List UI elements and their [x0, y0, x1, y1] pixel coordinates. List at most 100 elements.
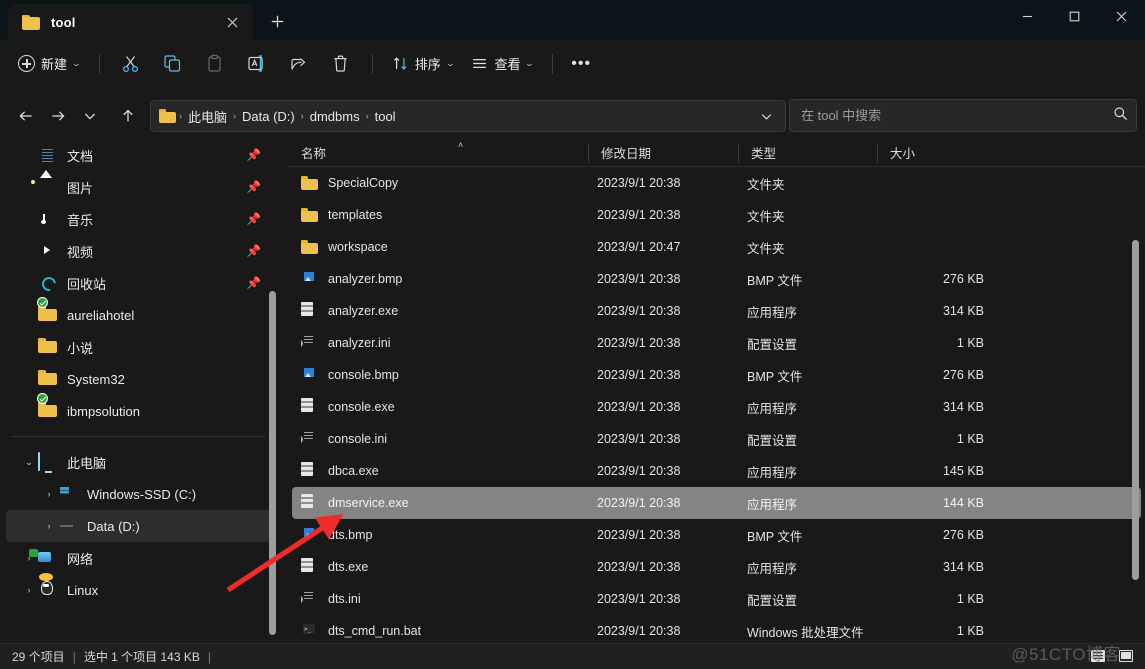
sidebar-item-xiaoshuo[interactable]: 小说	[6, 331, 275, 363]
search-box[interactable]	[789, 99, 1137, 132]
bmp-file-icon	[301, 526, 318, 544]
cell-size: 276 KB	[942, 272, 984, 286]
file-name: console.ini	[328, 432, 388, 446]
sidebar-scrollbar-thumb[interactable]	[269, 291, 276, 635]
pin-icon[interactable]: 📌	[246, 276, 261, 290]
navigation-pane[interactable]: 文档 📌 图片 📌 音乐 📌 视频 📌 回收站 📌 aureliahotel 小…	[0, 139, 281, 643]
folder-icon	[38, 338, 58, 356]
table-row[interactable]: SpecialCopy 2023/9/1 20:38 文件夹	[292, 167, 1141, 199]
tab-tool[interactable]: tool	[8, 4, 253, 40]
sidebar-item-network[interactable]: › 网络	[6, 542, 275, 574]
breadcrumb-item-2[interactable]: dmdbms	[305, 106, 365, 127]
breadcrumb-item-0[interactable]: 此电脑	[183, 104, 232, 129]
table-row[interactable]: dts.bmp 2023/9/1 20:38 BMP 文件 276 KB	[292, 519, 1141, 551]
table-row[interactable]: dts.ini 2023/9/1 20:38 配置设置 1 KB	[292, 583, 1141, 615]
minimize-button[interactable]	[1004, 0, 1051, 32]
table-row[interactable]: console.ini 2023/9/1 20:38 配置设置 1 KB	[292, 423, 1141, 455]
more-options-button[interactable]: •••	[564, 48, 598, 80]
pin-icon[interactable]: 📌	[246, 244, 261, 258]
sidebar-item-pictures[interactable]: 图片 📌	[6, 171, 275, 203]
copy-button[interactable]	[153, 48, 193, 80]
search-input[interactable]	[801, 108, 1113, 123]
table-row[interactable]: console.bmp 2023/9/1 20:38 BMP 文件 276 KB	[292, 359, 1141, 391]
new-tab-button[interactable]	[263, 7, 291, 35]
sidebar-item-aureliahotel[interactable]: aureliahotel	[6, 297, 275, 331]
maximize-button[interactable]	[1051, 0, 1098, 32]
rename-button[interactable]	[237, 48, 277, 80]
column-header-type[interactable]: 类型	[738, 139, 877, 167]
paste-button[interactable]	[195, 48, 235, 80]
address-dropdown-icon[interactable]	[751, 101, 781, 131]
view-toggle-group	[1085, 645, 1139, 667]
recent-locations-button[interactable]	[74, 100, 106, 132]
file-name: analyzer.bmp	[328, 272, 403, 286]
sidebar-item-label: 图片	[67, 180, 94, 196]
large-icons-view-button[interactable]	[1113, 645, 1139, 667]
item-count-label: 29 个项目	[12, 650, 65, 664]
sidebar-item-linux[interactable]: › Linux	[6, 574, 275, 606]
sidebar-item-windows-ssd-c[interactable]: › Windows-SSD (C:)	[6, 478, 275, 510]
pin-icon[interactable]: 📌	[246, 180, 261, 194]
breadcrumb-item-3[interactable]: tool	[370, 106, 401, 127]
delete-button[interactable]	[321, 48, 361, 80]
cell-type: 应用程序	[747, 561, 798, 576]
forward-button[interactable]	[42, 100, 74, 132]
sidebar-item-data-d[interactable]: › Data (D:)	[6, 510, 275, 542]
cell-size: 1 KB	[956, 624, 984, 638]
breadcrumb-item-1[interactable]: Data (D:)	[237, 106, 300, 127]
sidebar-item-ibmpsolution[interactable]: ibmpsolution	[6, 393, 275, 427]
sidebar-item-this-pc[interactable]: ⌄ 此电脑	[6, 446, 275, 478]
sidebar-item-recycle-bin[interactable]: 回收站 📌	[6, 267, 275, 299]
sidebar-item-label: 视频	[67, 244, 94, 260]
breadcrumb[interactable]: › 此电脑 › Data (D:) › dmdbms › tool	[150, 100, 786, 132]
cell-type: BMP 文件	[747, 369, 803, 384]
pin-icon[interactable]: 📌	[246, 212, 261, 226]
pin-icon[interactable]: 📌	[246, 148, 261, 162]
table-row[interactable]: analyzer.exe 2023/9/1 20:38 应用程序 314 KB	[292, 295, 1141, 327]
search-icon[interactable]	[1113, 106, 1128, 126]
chevron-right-icon[interactable]: ›	[20, 585, 38, 595]
folder-icon	[22, 14, 40, 30]
table-row[interactable]: dmservice.exe 2023/9/1 20:38 应用程序 144 KB	[292, 487, 1141, 519]
table-row[interactable]: console.exe 2023/9/1 20:38 应用程序 314 KB	[292, 391, 1141, 423]
details-view-button[interactable]	[1085, 645, 1111, 667]
chevron-right-icon[interactable]: ›	[40, 489, 58, 499]
back-button[interactable]	[10, 100, 42, 132]
file-name: dts.bmp	[328, 528, 373, 542]
exe-file-icon	[301, 558, 318, 576]
sidebar-item-documents[interactable]: 文档 📌	[6, 139, 275, 171]
close-button[interactable]	[1098, 0, 1145, 32]
chevron-right-icon[interactable]: ›	[40, 521, 58, 531]
sidebar-item-system32[interactable]: System32	[6, 363, 275, 395]
file-name: dts_cmd_run.bat	[328, 624, 422, 638]
share-button[interactable]	[279, 48, 319, 80]
table-row[interactable]: dbca.exe 2023/9/1 20:38 应用程序 145 KB	[292, 455, 1141, 487]
view-button[interactable]: 查看 ⌄	[463, 48, 541, 80]
table-row[interactable]: dts.exe 2023/9/1 20:38 应用程序 314 KB	[292, 551, 1141, 583]
cell-date: 2023/9/1 20:38	[597, 304, 681, 318]
sidebar-item-music[interactable]: 音乐 📌	[6, 203, 275, 235]
table-row[interactable]: workspace 2023/9/1 20:47 文件夹	[292, 231, 1141, 263]
column-header-date[interactable]: 修改日期	[588, 139, 738, 167]
cut-button[interactable]	[111, 48, 151, 80]
table-row[interactable]: analyzer.bmp 2023/9/1 20:38 BMP 文件 276 KB	[292, 263, 1141, 295]
chevron-down-icon[interactable]: ⌄	[20, 457, 38, 468]
music-icon	[38, 210, 58, 228]
folder-synced-icon	[37, 297, 58, 324]
column-header-size[interactable]: 大小	[877, 139, 997, 167]
selection-label: 选中 1 个项目 143 KB	[83, 650, 200, 664]
table-row[interactable]: templates 2023/9/1 20:38 文件夹	[292, 199, 1141, 231]
large-icons-view-icon	[1119, 650, 1133, 662]
sidebar-item-videos[interactable]: 视频 📌	[6, 235, 275, 267]
cell-type: BMP 文件	[747, 273, 803, 288]
up-button[interactable]	[112, 100, 144, 132]
cell-name: dts.bmp	[301, 526, 597, 544]
sort-button[interactable]: 排序 ⌄	[384, 48, 462, 80]
file-list-scrollbar-thumb[interactable]	[1132, 240, 1139, 580]
tab-close-icon[interactable]	[219, 9, 245, 35]
column-header-name[interactable]: 名称 ˄	[288, 139, 588, 167]
cell-size: 314 KB	[942, 400, 984, 414]
table-row[interactable]: analyzer.ini 2023/9/1 20:38 配置设置 1 KB	[292, 327, 1141, 359]
cell-size: 1 KB	[956, 592, 984, 606]
new-button[interactable]: 新建 ⌄	[12, 48, 88, 80]
